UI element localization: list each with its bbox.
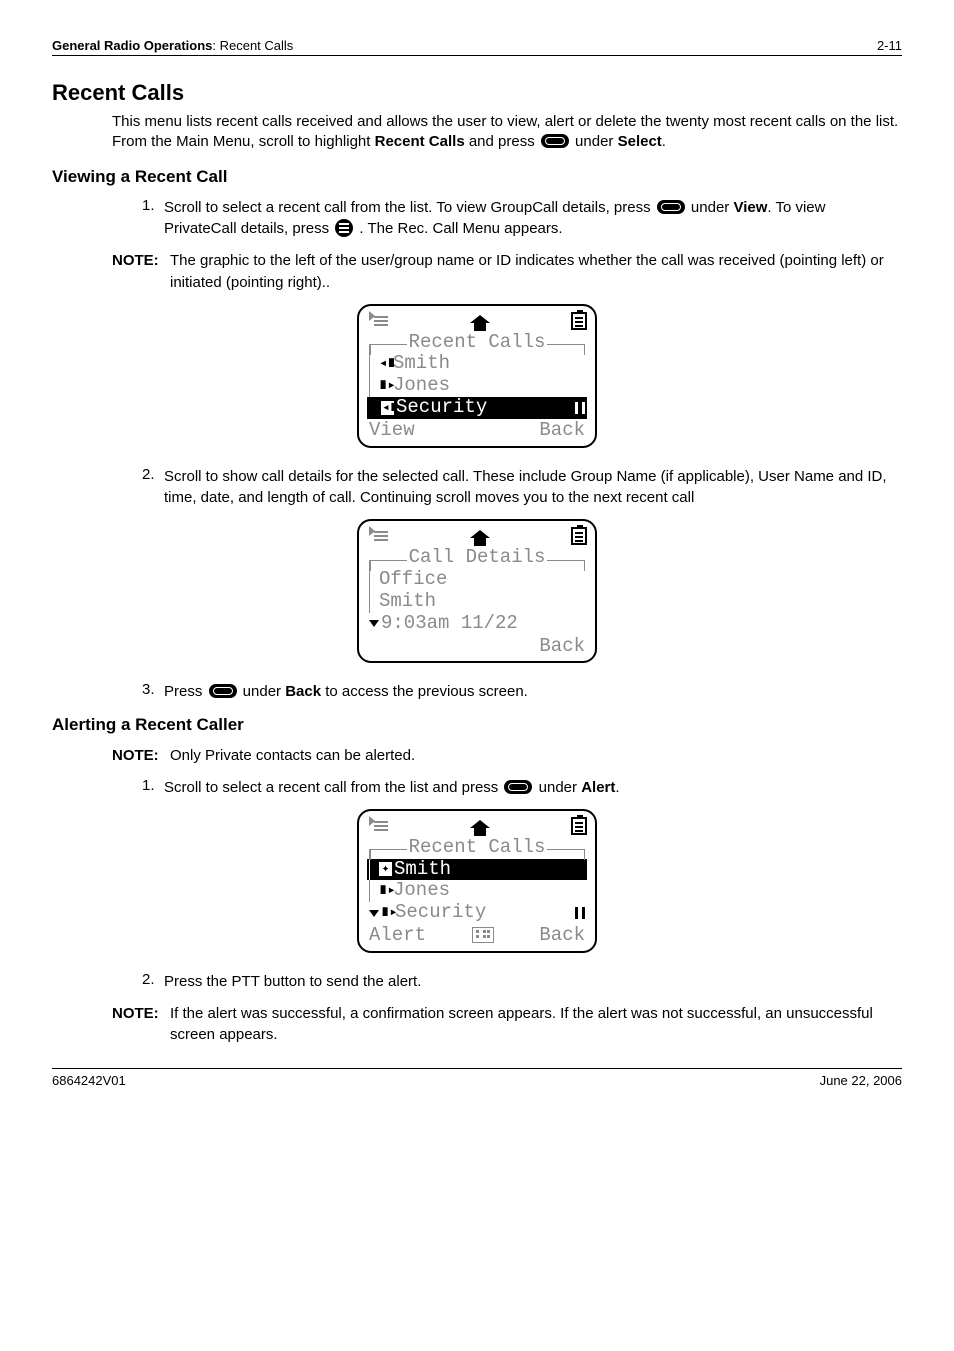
page-title: Recent Calls xyxy=(52,80,902,106)
softkey-right[interactable]: Back xyxy=(539,636,585,658)
scroll-down-icon xyxy=(369,620,379,627)
step-1: 1. Scroll to select a recent call from t… xyxy=(142,197,902,241)
step-bold: View xyxy=(733,199,767,216)
breadcrumb-section: General Radio Operations xyxy=(52,38,212,53)
list-item: Security xyxy=(395,902,575,924)
alert-step-2: 2. Press the PTT button to send the aler… xyxy=(142,971,902,993)
scroll-down-icon xyxy=(369,404,379,411)
note-label: NOTE: xyxy=(112,250,170,294)
note-1: NOTE: The graphic to the left of the use… xyxy=(112,250,902,294)
note-body: Only Private contacts can be alerted. xyxy=(170,745,902,767)
page-footer: 6864242V01 June 22, 2006 xyxy=(52,1068,902,1088)
step-number: 2. xyxy=(142,971,164,993)
signal-icon xyxy=(367,818,389,834)
note-2: NOTE: Only Private contacts can be alert… xyxy=(112,745,902,767)
intro-text-3: under xyxy=(571,133,618,150)
step-text: under xyxy=(687,199,734,216)
softkey-left[interactable]: Alert xyxy=(369,925,426,947)
step-text: under xyxy=(534,779,581,796)
step-text: under xyxy=(239,683,286,700)
softkey-left[interactable]: View xyxy=(369,420,415,442)
received-call-icon: ◂∎ xyxy=(379,357,391,371)
intro-paragraph: This menu lists recent calls received an… xyxy=(112,112,902,153)
scroll-down-icon xyxy=(369,910,379,917)
doc-id: 6864242V01 xyxy=(52,1073,126,1088)
note-body: The graphic to the left of the user/grou… xyxy=(170,250,902,294)
step-bold: Alert xyxy=(581,779,615,796)
list-item: Jones xyxy=(393,375,450,397)
step-bold: Back xyxy=(285,683,321,700)
intro-text-2: and press xyxy=(465,133,539,150)
list-item: Smith xyxy=(393,353,450,375)
signal-icon xyxy=(367,313,389,329)
list-item: Jones xyxy=(393,880,450,902)
screen-title: Call Details xyxy=(409,547,546,569)
detail-row: Smith xyxy=(379,591,436,613)
battery-icon xyxy=(571,312,587,330)
step-number: 1. xyxy=(142,197,164,241)
phone-screen-recent-calls: Recent Calls ◂∎Smith ∎▸Jones ◂∎Security … xyxy=(357,304,597,448)
menu-icon xyxy=(335,219,353,237)
step-text: Scroll to select a recent call from the … xyxy=(164,199,655,216)
softkey-right[interactable]: Back xyxy=(539,925,585,947)
initiated-call-icon: ∎▸ xyxy=(379,884,391,898)
intro-text-4: . xyxy=(662,133,666,150)
screen-title: Recent Calls xyxy=(409,332,546,354)
received-call-icon: ◂∎ xyxy=(381,401,394,415)
softkey-icon xyxy=(209,684,237,698)
note-label: NOTE: xyxy=(112,745,170,767)
private-call-icon: ✦ xyxy=(379,862,392,876)
softkey-icon xyxy=(504,780,532,794)
detail-row: 9:03am 11/22 xyxy=(381,613,518,635)
note-body: If the alert was successful, a confirmat… xyxy=(170,1003,902,1047)
step-number: 3. xyxy=(142,681,164,703)
list-item-selected: Security xyxy=(396,397,575,419)
list-item-selected: Smith xyxy=(394,859,585,881)
softkey-icon xyxy=(541,134,569,148)
step-3: 3. Press under Back to access the previo… xyxy=(142,681,902,703)
step-text: to access the previous screen. xyxy=(321,683,528,700)
initiated-call-icon: ∎▸ xyxy=(379,379,391,393)
step-text: Press the PTT button to send the alert. xyxy=(164,971,902,993)
signal-icon xyxy=(367,528,389,544)
phone-screen-alert: Recent Calls ✦Smith ∎▸Jones ∎▸Security A… xyxy=(357,809,597,953)
battery-icon xyxy=(571,527,587,545)
group-icon xyxy=(575,906,585,920)
step-text: . xyxy=(615,779,619,796)
step-number: 2. xyxy=(142,466,164,510)
step-2: 2. Scroll to show call details for the s… xyxy=(142,466,902,510)
intro-bold-1: Recent Calls xyxy=(375,133,465,150)
phone-screen-call-details: Call Details Office Smith 9:03am 11/22 B… xyxy=(357,519,597,663)
menu-grid-icon[interactable] xyxy=(472,927,494,943)
step-text: Scroll to show call details for the sele… xyxy=(164,466,902,510)
battery-icon xyxy=(571,817,587,835)
step-text: . The Rec. Call Menu appears. xyxy=(355,220,562,237)
page-header: General Radio Operations: Recent Calls 2… xyxy=(52,38,902,56)
softkey-icon xyxy=(657,200,685,214)
note-3: NOTE: If the alert was successful, a con… xyxy=(112,1003,902,1047)
group-icon xyxy=(575,401,585,415)
intro-bold-2: Select xyxy=(618,133,662,150)
step-text: Scroll to select a recent call from the … xyxy=(164,779,502,796)
step-text: Press xyxy=(164,683,207,700)
breadcrumb-page: : Recent Calls xyxy=(212,38,293,53)
softkey-right[interactable]: Back xyxy=(539,420,585,442)
screen-title: Recent Calls xyxy=(409,837,546,859)
breadcrumb: General Radio Operations: Recent Calls xyxy=(52,38,293,53)
subsection-viewing: Viewing a Recent Call xyxy=(52,167,902,187)
page-number: 2-11 xyxy=(877,38,902,53)
detail-row: Office xyxy=(379,569,447,591)
subsection-alerting: Alerting a Recent Caller xyxy=(52,715,902,735)
initiated-call-icon: ∎▸ xyxy=(381,906,393,920)
note-label: NOTE: xyxy=(112,1003,170,1047)
doc-date: June 22, 2006 xyxy=(820,1073,902,1088)
alert-step-1: 1. Scroll to select a recent call from t… xyxy=(142,777,902,799)
step-number: 1. xyxy=(142,777,164,799)
